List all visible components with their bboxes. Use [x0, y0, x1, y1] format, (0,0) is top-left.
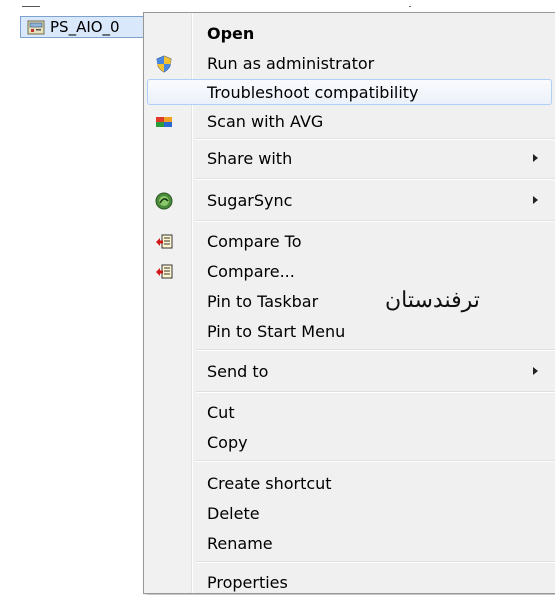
- menu-item-label: Compare To: [207, 232, 302, 251]
- menu-item-send-to[interactable]: Send to: [147, 358, 552, 384]
- menu-item-cut[interactable]: Cut: [147, 399, 552, 425]
- menu-item-rename[interactable]: Rename: [147, 530, 552, 556]
- compare-icon: [156, 264, 173, 279]
- submenu-arrow-icon: [533, 154, 538, 162]
- menu-item-label: Run as administrator: [207, 54, 375, 73]
- menu-item-label: Delete: [207, 504, 260, 523]
- menu-item-copy[interactable]: Copy: [147, 429, 552, 455]
- avg-icon: [156, 117, 172, 127]
- menu-item-label: Open: [207, 24, 255, 43]
- installer-file-icon: [27, 20, 45, 35]
- menu-item-label: Cut: [207, 403, 235, 422]
- desktop-file-item[interactable]: PS_AIO_0: [20, 16, 144, 38]
- menu-item-label: SugarSync: [207, 191, 293, 210]
- menu-item-sugarsync[interactable]: SugarSync: [147, 187, 552, 213]
- compare-icon: [156, 234, 173, 249]
- menu-item-label: Properties: [207, 573, 288, 592]
- menu-item-scan-with-avg[interactable]: Scan with AVG: [147, 108, 552, 134]
- menu-item-label: Pin to Start Menu: [207, 322, 346, 341]
- menu-item-label: Pin to Taskbar: [207, 292, 319, 311]
- menu-item-troubleshoot-compatibility[interactable]: Troubleshoot compatibility: [147, 79, 552, 105]
- menu-item-create-shortcut[interactable]: Create shortcut: [147, 470, 552, 496]
- menu-separator: [196, 349, 555, 351]
- sugarsync-icon: [155, 192, 173, 210]
- uac-shield-icon: [156, 55, 172, 73]
- menu-item-label: Compare...: [207, 262, 295, 281]
- file-name: PS_AIO_0: [50, 18, 120, 36]
- menu-separator: [196, 138, 555, 140]
- submenu-arrow-icon: [533, 196, 538, 204]
- menu-separator: [196, 220, 555, 222]
- menu-item-label: Copy: [207, 433, 248, 452]
- menu-item-open[interactable]: Open: [147, 20, 552, 46]
- menu-item-label: Create shortcut: [207, 474, 332, 493]
- menu-separator: [196, 178, 555, 180]
- menu-item-label: Rename: [207, 534, 273, 553]
- menu-item-label: Send to: [207, 362, 269, 381]
- context-menu: Open Run as administrator Troubleshoot c…: [143, 12, 555, 594]
- menu-item-share-with[interactable]: Share with: [147, 145, 552, 171]
- menu-item-pin-to-taskbar[interactable]: Pin to Taskbar: [147, 288, 552, 314]
- menu-separator: [196, 460, 555, 462]
- watermark-text: ترفندستان: [385, 288, 480, 313]
- menu-item-label: Share with: [207, 149, 293, 168]
- divider-dot: [409, 6, 411, 7]
- menu-item-label: Troubleshoot compatibility: [207, 83, 419, 102]
- menu-item-compare-to[interactable]: Compare To: [147, 228, 552, 254]
- menu-item-run-as-administrator[interactable]: Run as administrator: [147, 50, 552, 76]
- submenu-arrow-icon: [533, 367, 538, 375]
- menu-separator: [196, 391, 555, 393]
- menu-item-compare[interactable]: Compare...: [147, 258, 552, 284]
- divider-line: [22, 6, 40, 7]
- menu-item-delete[interactable]: Delete: [147, 500, 552, 526]
- menu-item-pin-to-start-menu[interactable]: Pin to Start Menu: [147, 318, 552, 344]
- menu-item-label: Scan with AVG: [207, 112, 324, 131]
- menu-item-properties[interactable]: Properties: [147, 569, 552, 595]
- menu-separator: [196, 561, 555, 563]
